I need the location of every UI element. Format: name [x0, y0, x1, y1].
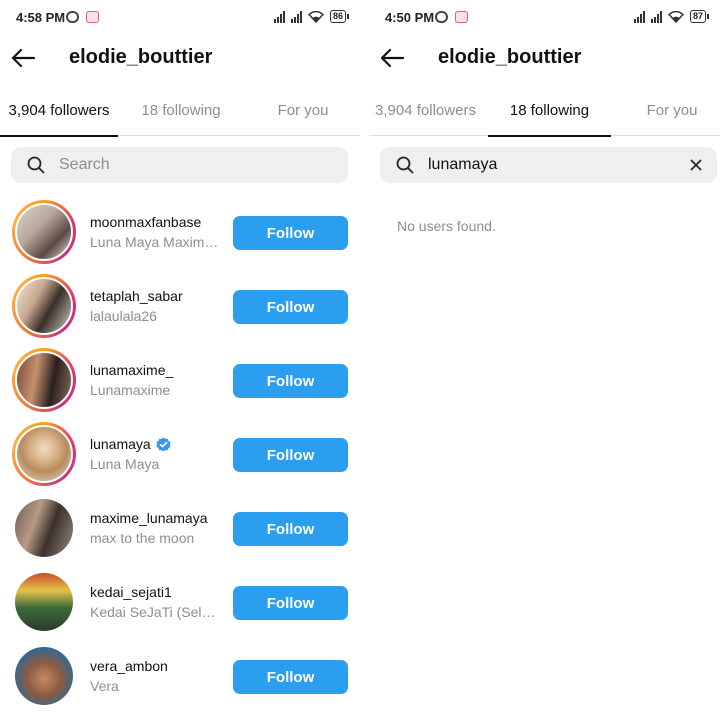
tab-for-you[interactable]: For you [244, 88, 360, 136]
username[interactable]: tetaplah_sabar [90, 288, 183, 304]
username-text: moonmaxfanbase [90, 214, 202, 230]
user-subtitle: Kedai SeJaTi (Sele... [90, 604, 220, 620]
followers-screen: 4:58 PM 86 elodie_bouttier 3,904 followe… [0, 0, 360, 722]
following-search-screen: 4:50 PM 87 elodie_bouttier 3,904 followe… [369, 0, 720, 722]
list-item[interactable]: lunamaxime_ Lunamaxime Follow [0, 348, 360, 422]
tab-following[interactable]: 18 following [122, 88, 240, 136]
status-time: 4:58 PM [16, 10, 66, 25]
follow-button[interactable]: Follow [233, 438, 348, 472]
chat-notification-icon [66, 11, 79, 23]
user-subtitle: lalaulala26 [90, 308, 157, 324]
user-subtitle: Luna Maya [90, 456, 160, 472]
user-subtitle: Luna Maya Maxime... [90, 234, 220, 250]
follow-button[interactable]: Follow [233, 586, 348, 620]
tab-for-you-label: For you [646, 102, 698, 119]
user-subtitle: Lunamaxime [90, 382, 171, 398]
tab-followers-label: 3,904 followers [375, 102, 476, 119]
username-text: vera_ambon [90, 658, 168, 674]
list-item[interactable]: lunamaya Luna Maya Follow [0, 422, 360, 496]
tab-following-label: 18 following [509, 102, 590, 119]
verified-badge-icon [156, 436, 171, 452]
page-title: elodie_bouttier [438, 46, 582, 68]
chat-notification-icon [435, 11, 448, 23]
header: elodie_bouttier [0, 36, 360, 80]
user-subtitle: max to the moon [90, 530, 195, 546]
panel-divider [360, 0, 369, 722]
follow-button[interactable]: Follow [233, 290, 348, 324]
follow-button[interactable]: Follow [233, 216, 348, 250]
follow-button[interactable]: Follow [233, 660, 348, 694]
list-item[interactable]: tetaplah_sabar lalaulala26 Follow [0, 274, 360, 348]
search-input[interactable] [428, 147, 668, 183]
list-item[interactable]: vera_ambon Vera Follow [0, 644, 360, 718]
app-notification-icon [455, 11, 468, 23]
status-bar: 4:50 PM 87 [369, 0, 720, 36]
username[interactable]: lunamaya [90, 436, 171, 452]
avatar[interactable] [12, 274, 76, 338]
tab-followers[interactable]: 3,904 followers [0, 88, 118, 137]
username[interactable]: lunamaxime_ [90, 362, 173, 378]
list-item[interactable]: moonmaxfanbase Luna Maya Maxime... Follo… [0, 200, 360, 274]
arrow-left-icon[interactable] [379, 46, 405, 70]
follow-button[interactable]: Follow [233, 512, 348, 546]
page-title: elodie_bouttier [69, 46, 213, 68]
tab-followers[interactable]: 3,904 followers [369, 88, 482, 136]
avatar[interactable] [12, 200, 76, 264]
app-notification-icon [86, 11, 99, 23]
status-time: 4:50 PM [385, 10, 435, 25]
tab-following[interactable]: 18 following [488, 88, 611, 137]
username-text: lunamaxime_ [90, 362, 174, 378]
signal-icon [633, 10, 645, 23]
search-input[interactable] [59, 147, 299, 183]
battery-indicator: 87 [689, 10, 710, 23]
empty-results-message: No users found. [397, 218, 496, 234]
wifi-icon [667, 10, 684, 23]
tab-following-label: 18 following [141, 102, 221, 119]
follow-button[interactable]: Follow [233, 364, 348, 398]
avatar[interactable] [12, 496, 76, 560]
search-icon [396, 156, 414, 174]
username[interactable]: maxime_lunamaya [90, 510, 208, 526]
avatar[interactable] [12, 422, 76, 486]
username-text: kedai_sejati1 [90, 584, 172, 600]
active-tab-indicator [488, 135, 611, 137]
tab-bar: 3,904 followers 18 following For you [369, 88, 720, 137]
signal-icon [273, 10, 285, 23]
username[interactable]: vera_ambon [90, 658, 168, 674]
search-bar[interactable] [11, 147, 348, 183]
signal-icon-2 [290, 10, 302, 23]
wifi-icon [307, 10, 324, 23]
close-icon[interactable] [687, 156, 705, 174]
search-bar[interactable] [380, 147, 717, 183]
list-item[interactable]: kedai_sejati1 Kedai SeJaTi (Sele... Foll… [0, 570, 360, 644]
search-icon [27, 156, 45, 174]
username-text: lunamaya [90, 436, 151, 452]
user-subtitle: Vera [90, 678, 119, 694]
username[interactable]: kedai_sejati1 [90, 584, 172, 600]
signal-icon-2 [650, 10, 662, 23]
username[interactable]: moonmaxfanbase [90, 214, 201, 230]
avatar[interactable] [12, 644, 76, 708]
avatar[interactable] [12, 570, 76, 634]
list-item[interactable]: maxime_lunamaya max to the moon Follow [0, 496, 360, 570]
tab-followers-label: 3,904 followers [8, 102, 110, 119]
tab-bar: 3,904 followers 18 following For you [0, 88, 360, 137]
username-text: maxime_lunamaya [90, 510, 208, 526]
battery-indicator: 86 [329, 10, 350, 23]
avatar[interactable] [12, 348, 76, 412]
header: elodie_bouttier [369, 36, 720, 80]
status-bar: 4:58 PM 86 [0, 0, 360, 36]
tab-for-you[interactable]: For you [617, 88, 720, 136]
active-tab-indicator [0, 135, 118, 137]
arrow-left-icon[interactable] [10, 46, 36, 70]
tab-for-you-label: For you [277, 102, 329, 119]
username-text: tetaplah_sabar [90, 288, 183, 304]
